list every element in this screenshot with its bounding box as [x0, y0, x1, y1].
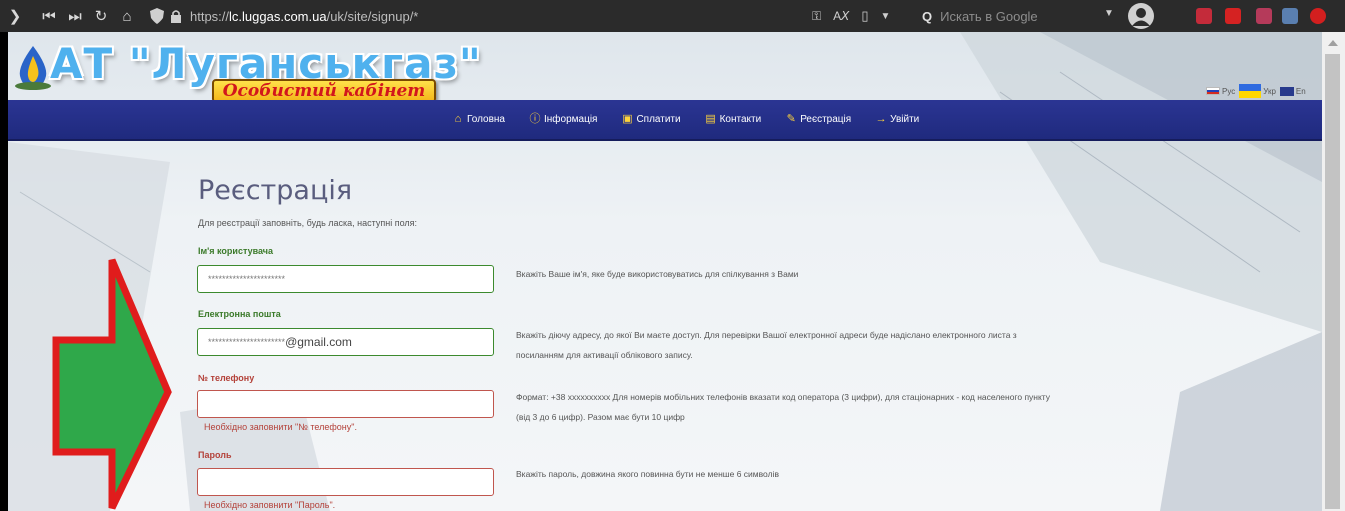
- scrollbar-thumb[interactable]: [1325, 54, 1340, 509]
- language-switcher: Рус Укр En: [1206, 84, 1310, 98]
- nav-login[interactable]: → Увійти: [875, 113, 920, 126]
- last-page-icon[interactable]: ⏭: [64, 5, 86, 27]
- key-icon[interactable]: ⚿: [812, 9, 821, 24]
- lang-ru[interactable]: Рус: [1206, 87, 1235, 96]
- first-page-icon[interactable]: ⏮: [38, 5, 60, 27]
- toolbar-tools: ⚿ A𝘟 ▯ ▼: [812, 0, 890, 32]
- contacts-icon: ▤: [705, 113, 716, 125]
- password-error: Необхідно заповнити "Пароль".: [204, 500, 336, 510]
- nav-signup[interactable]: ✎ Реєстрація: [785, 113, 852, 126]
- main-navbar: ⌂ Головна ⓘ Інформація ▣ Сплатити ▤ Контакти…: [8, 100, 1322, 141]
- extension-icon-2[interactable]: [1256, 8, 1272, 24]
- search-placeholder: Искать в Google: [940, 8, 1038, 24]
- extension-icon-1[interactable]: [1196, 8, 1212, 24]
- home-icon: ⌂: [454, 113, 462, 125]
- extension-icon-3[interactable]: [1282, 8, 1298, 24]
- shield-icon[interactable]: [150, 8, 164, 24]
- gas-drop-logo-icon: [15, 46, 51, 90]
- russia-flag-icon: [1206, 87, 1220, 95]
- uk-flag-icon: [1279, 86, 1294, 96]
- password-input[interactable]: [197, 468, 494, 496]
- username-label: Ім'я користувача: [198, 246, 274, 256]
- phone-hint: Формат: +38 xxxxxxxxxx Для номерів мобіл…: [516, 392, 1051, 422]
- annotation-arrow-icon: [52, 258, 172, 510]
- phone-input[interactable]: [197, 390, 494, 418]
- flash-icon[interactable]: [1225, 8, 1241, 24]
- ukraine-flag-icon: [1239, 84, 1262, 98]
- form-intro: Для реєстрації заповніть, будь ласка, на…: [198, 218, 418, 228]
- search-input[interactable]: Q Искать в Google: [922, 6, 1112, 26]
- nav-contacts[interactable]: ▤ Контакти: [705, 113, 761, 126]
- nav-home[interactable]: ⌂ Головна: [452, 113, 505, 126]
- nav-pay[interactable]: ▣ Сплатити: [621, 113, 680, 126]
- nav-info[interactable]: ⓘ Інформація: [529, 113, 598, 126]
- login-icon: →: [875, 113, 887, 125]
- page-title: Реєстрація: [198, 175, 353, 206]
- translate-icon[interactable]: A𝘟: [833, 9, 849, 23]
- url-path: /uk/site/signup/*: [326, 8, 419, 24]
- url-host: lc.luggas.com.ua: [229, 8, 327, 24]
- money-icon: ▣: [622, 113, 633, 125]
- lang-en[interactable]: En: [1279, 86, 1306, 96]
- phone-error: Необхідно заповнити "№ телефону".: [204, 422, 357, 432]
- forward-arrow-icon[interactable]: ❯: [4, 5, 26, 27]
- email-input[interactable]: ********************** @gmail.com: [197, 328, 494, 356]
- left-gutter: [0, 32, 8, 511]
- url-prefix: https://: [190, 8, 230, 24]
- password-label: Пароль: [198, 450, 232, 460]
- address-bar[interactable]: https://lc.luggas.com.ua/uk/site/signup/…: [190, 9, 418, 24]
- password-hint: Вкажіть пароль, довжина якого повинна бу…: [516, 469, 779, 479]
- page-content: АТ "Луганськгаз" Особистий кабінет Рус У…: [0, 32, 1345, 511]
- scroll-up-arrow-icon[interactable]: [1328, 40, 1338, 46]
- dropdown-icon[interactable]: ▼: [881, 11, 891, 22]
- username-input[interactable]: **********************: [197, 265, 494, 293]
- email-label: Електронна пошта: [198, 309, 281, 319]
- email-hint: Вкажіть діючу адресу, до якої Ви маєте д…: [516, 330, 1017, 360]
- extension-icon-4[interactable]: [1310, 8, 1326, 24]
- search-icon: Q: [922, 8, 933, 24]
- username-hint: Вкажіть Ваше ім'я, яке буде використовув…: [516, 269, 799, 279]
- pencil-icon: ✎: [786, 113, 796, 125]
- browser-toolbar: ❯ ⏮ ⏭ ↻ ⌂ https://lc.luggas.com.ua/uk/si…: [0, 0, 1345, 32]
- search-dropdown-icon[interactable]: ▼: [1104, 8, 1114, 19]
- lock-icon[interactable]: [170, 9, 182, 23]
- phone-label: № телефону: [198, 373, 255, 383]
- bookmark-icon[interactable]: ▯: [861, 8, 868, 24]
- reload-icon[interactable]: ↻: [90, 5, 112, 27]
- lang-ua[interactable]: Укр: [1239, 84, 1276, 98]
- home-page-icon[interactable]: ⌂: [116, 5, 138, 27]
- profile-avatar[interactable]: [1128, 3, 1154, 29]
- info-icon: ⓘ: [529, 113, 541, 125]
